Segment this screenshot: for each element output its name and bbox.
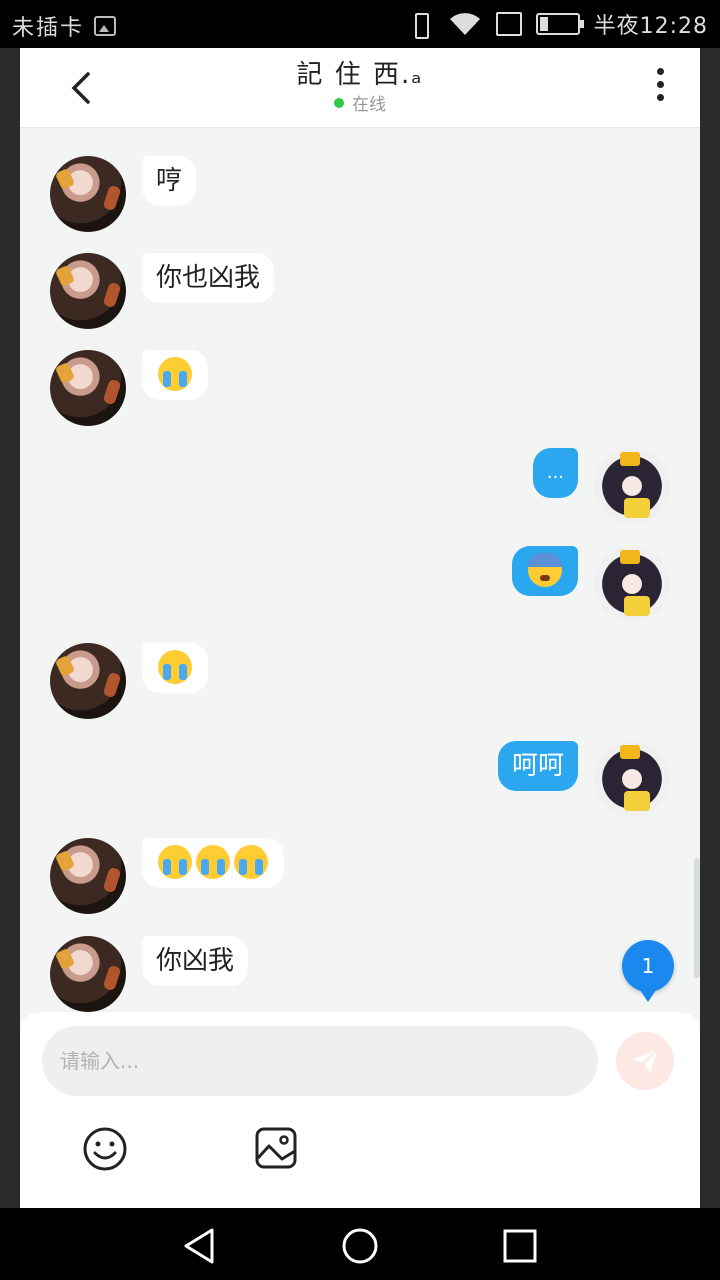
battery-icon [535,13,584,35]
contact-avatar[interactable] [50,253,126,329]
my-avatar[interactable] [594,448,670,524]
sim-icon [495,12,522,36]
message-bubble[interactable] [142,643,208,693]
nav-back-icon[interactable] [180,1226,220,1266]
message-row: ... [20,448,700,528]
composer [20,1012,700,1208]
message-bubble[interactable] [142,350,208,400]
anxious-face-with-sweat-icon [528,552,562,587]
message-row [20,838,700,918]
contact-avatar[interactable] [50,936,126,1012]
wifi-icon [449,13,480,35]
more-icon[interactable] [650,68,670,104]
message-row: 你也凶我 [20,253,700,333]
message-bubble[interactable]: 呵呵 [497,741,578,791]
my-avatar[interactable] [594,741,670,817]
message-row [20,350,700,430]
left-edge [0,48,20,1208]
message-bubble[interactable] [512,546,578,596]
image-icon[interactable] [254,1126,298,1170]
message-row [20,643,700,723]
message-row [20,546,700,626]
message-bubble[interactable]: 你也凶我 [142,253,275,303]
loudly-crying-face-icon [234,844,268,879]
chat-header: 記 住 西.ₐ 在线 [20,48,700,128]
clock: 半夜12:28 [593,14,708,39]
vibrate-icon [408,10,434,39]
contact-avatar[interactable] [50,350,126,426]
gallery-icon [94,16,117,36]
contact-avatar[interactable] [50,838,126,914]
message-bubble[interactable] [142,838,284,888]
message-row: 哼 [20,156,700,236]
loudly-crying-face-icon [158,844,192,879]
message-bubble[interactable]: 你凶我 [142,936,249,986]
unread-badge[interactable]: 1 [622,940,674,1002]
send-icon [632,1048,659,1073]
loudly-crying-face-icon [158,649,192,684]
online-dot-icon [334,98,344,108]
right-edge [700,48,720,1208]
message-row: 你凶我 [20,936,700,1016]
message-row: 呵呵 [20,741,700,821]
status-bar: 未插卡 半夜12:28 [0,0,720,48]
send-button[interactable] [616,1032,674,1090]
system-nav-bar [0,1208,720,1280]
nav-home-icon[interactable] [340,1226,380,1266]
loudly-crying-face-icon [158,356,192,391]
contact-avatar[interactable] [50,643,126,719]
message-list[interactable]: 哼 你也凶我 ... 呵呵 你凶我 [20,128,700,1012]
emoji-icon[interactable] [82,1126,128,1172]
presence-label: 在线 [352,95,386,115]
contact-name: 記 住 西.ₐ [296,60,424,90]
message-bubble[interactable]: ... [532,448,578,498]
message-bubble[interactable]: 哼 [142,156,197,206]
my-avatar[interactable] [594,546,670,622]
contact-avatar[interactable] [50,156,126,232]
nav-recents-icon[interactable] [500,1226,540,1266]
message-input[interactable] [42,1026,598,1096]
presence-status: 在线 [20,90,700,115]
carrier-label: 未插卡 [12,16,85,41]
chat-window: 記 住 西.ₐ 在线 哼 你也凶我 ... 呵呵 你凶我 1 请输入... [20,48,700,1208]
loudly-crying-face-icon [196,844,230,879]
scrollbar[interactable] [694,858,700,978]
